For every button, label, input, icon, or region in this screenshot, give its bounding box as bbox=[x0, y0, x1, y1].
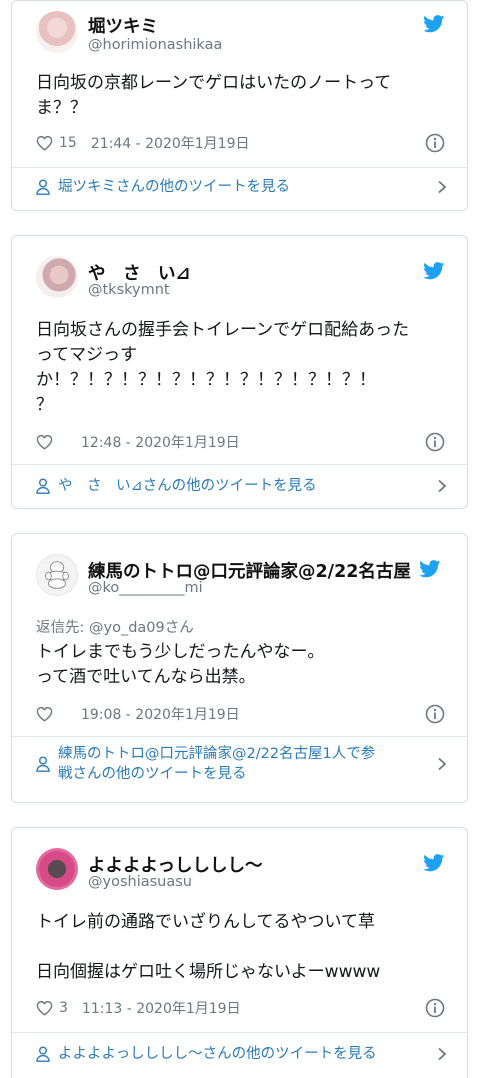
user-handle[interactable]: @ko_________mi bbox=[88, 580, 203, 596]
timestamp[interactable]: 12:48 - 2020年1月19日 bbox=[81, 432, 240, 452]
chevron-right-icon bbox=[438, 1047, 447, 1061]
like-count: 15 bbox=[59, 135, 77, 151]
tweet-card: 練馬のトトロ@口元評論家@2/22名古屋 @ko_________mi 返信先:… bbox=[11, 533, 468, 803]
reply-to[interactable]: 返信先: @yo_da09さん bbox=[36, 616, 194, 637]
tweet-header: 堀ツキミ @horimionashikaa bbox=[12, 1, 467, 61]
tweet-text: トイレ前の通路でいざりんしてるやついて草 日向個握はゲロ吐く場所じゃないよーww… bbox=[36, 912, 381, 982]
user-handle[interactable]: @horimionashikaa bbox=[88, 37, 222, 53]
twitter-bird-icon[interactable] bbox=[423, 262, 445, 280]
timestamp[interactable]: 19:08 - 2020年1月19日 bbox=[81, 704, 240, 724]
info-icon[interactable] bbox=[425, 998, 445, 1018]
tweet-meta: 12:48 - 2020年1月19日 bbox=[36, 432, 240, 452]
more-tweets-label: よよよよっしししし〜さんの他のツイートを見る bbox=[58, 1046, 377, 1062]
mascot-icon bbox=[45, 561, 69, 589]
tweet-text: トイレまでもう少しだったんやなー。 って酒で吐いてんなら出禁。 bbox=[36, 642, 325, 687]
info-icon[interactable] bbox=[425, 432, 445, 452]
display-name[interactable]: 堀ツキミ bbox=[88, 13, 158, 38]
info-icon[interactable] bbox=[425, 133, 445, 153]
more-tweets-link[interactable]: 練馬のトトロ@口元評論家@2/22名古屋1人で参 戦さんの他のツイートを見る bbox=[36, 744, 447, 784]
heart-icon[interactable] bbox=[36, 1000, 53, 1016]
chevron-right-icon bbox=[438, 757, 447, 771]
more-tweets-label: や さ い⊿さんの他のツイートを見る bbox=[58, 478, 317, 494]
tweet-text: 日向坂の京都レーンでゲロはいたのノートって ま？？ bbox=[36, 73, 392, 118]
tweet-meta: 19:08 - 2020年1月19日 bbox=[36, 704, 240, 724]
person-icon bbox=[36, 179, 50, 195]
avatar[interactable] bbox=[36, 256, 78, 298]
twitter-bird-icon[interactable] bbox=[419, 560, 441, 578]
chevron-right-icon bbox=[438, 180, 447, 194]
chevron-right-icon bbox=[438, 479, 447, 493]
tweet-card: よよよよっしししし〜 @yoshiasuasu トイレ前の通路でいざりんしてるや… bbox=[11, 827, 468, 1078]
user-handle[interactable]: @tkskymnt bbox=[88, 282, 170, 298]
tweet-meta: 15 21:44 - 2020年1月19日 bbox=[36, 133, 249, 153]
tweet-text: 日向坂さんの握手会トイレーンでゲロ配給あった ってマジっす か！？！？！？！？！… bbox=[36, 320, 410, 415]
tweet-card: や さ い⊿ @tkskymnt 日向坂さんの握手会トイレーンでゲロ配給あった … bbox=[11, 235, 468, 509]
like-count: 3 bbox=[59, 1000, 68, 1016]
avatar[interactable] bbox=[36, 848, 78, 890]
tweet-card: 堀ツキミ @horimionashikaa 日向坂の京都レーンでゲロはいたのノー… bbox=[11, 0, 468, 211]
more-tweets-link[interactable]: 堀ツキミさんの他のツイートを見る bbox=[36, 177, 447, 197]
user-handle[interactable]: @yoshiasuasu bbox=[88, 874, 192, 890]
timestamp[interactable]: 11:13 - 2020年1月19日 bbox=[82, 998, 241, 1018]
twitter-bird-icon[interactable] bbox=[423, 854, 445, 872]
person-icon bbox=[36, 478, 50, 494]
avatar[interactable] bbox=[36, 554, 78, 596]
more-tweets-link[interactable]: や さ い⊿さんの他のツイートを見る bbox=[36, 476, 447, 496]
person-icon bbox=[36, 756, 50, 772]
tweet-meta: 3 11:13 - 2020年1月19日 bbox=[36, 998, 241, 1018]
tweet-header: や さ い⊿ @tkskymnt bbox=[12, 236, 467, 298]
info-icon[interactable] bbox=[425, 704, 445, 724]
heart-icon[interactable] bbox=[36, 434, 53, 450]
tweet-header: 練馬のトトロ@口元評論家@2/22名古屋 @ko_________mi bbox=[12, 534, 467, 596]
divider bbox=[12, 167, 467, 168]
twitter-bird-icon[interactable] bbox=[423, 15, 445, 33]
divider bbox=[12, 736, 467, 737]
more-tweets-link[interactable]: よよよよっしししし〜さんの他のツイートを見る bbox=[36, 1044, 447, 1064]
more-tweets-label: 練馬のトトロ@口元評論家@2/22名古屋1人で参 戦さんの他のツイートを見る bbox=[58, 746, 376, 782]
heart-icon[interactable] bbox=[36, 706, 53, 722]
tweet-header: よよよよっしししし〜 @yoshiasuasu bbox=[12, 828, 467, 890]
avatar[interactable] bbox=[36, 11, 78, 53]
more-tweets-label: 堀ツキミさんの他のツイートを見る bbox=[58, 179, 290, 195]
divider bbox=[12, 464, 467, 465]
divider bbox=[12, 1032, 467, 1033]
heart-icon[interactable] bbox=[36, 135, 53, 151]
person-icon bbox=[36, 1046, 50, 1062]
timestamp[interactable]: 21:44 - 2020年1月19日 bbox=[91, 133, 250, 153]
